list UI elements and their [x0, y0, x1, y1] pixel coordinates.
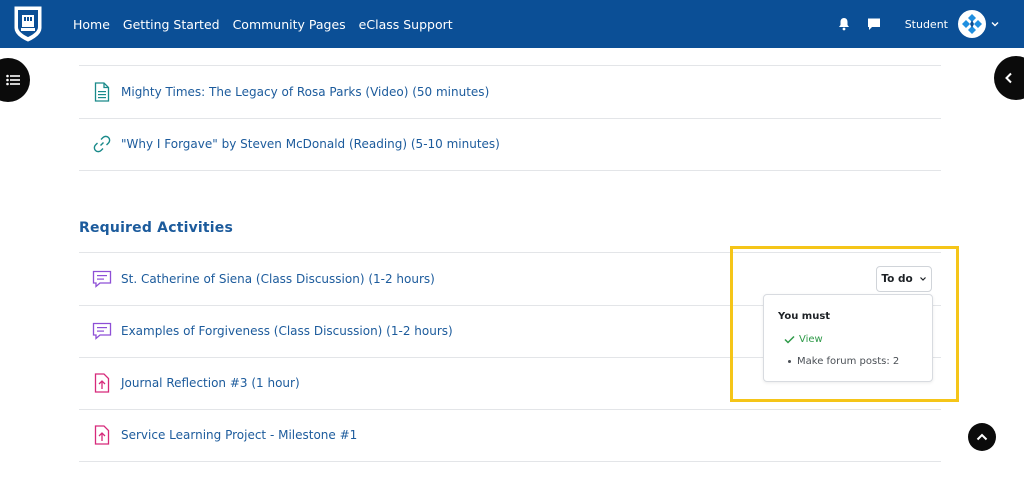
completion-requirements-popover: You must View Make forum posts: 2 [763, 294, 933, 382]
back-to-top-button[interactable] [968, 423, 996, 451]
user-nav: Student [837, 0, 1000, 48]
forum-icon [91, 320, 113, 342]
bullet [788, 360, 791, 363]
chevron-up-icon [976, 433, 988, 441]
activity-link[interactable]: Examples of Forgiveness (Class Discussio… [121, 324, 453, 338]
assignment-upload-icon [91, 424, 113, 446]
activity-link[interactable]: Mighty Times: The Legacy of Rosa Parks (… [121, 85, 489, 99]
bell-icon[interactable] [837, 17, 851, 31]
chat-icon[interactable] [867, 17, 881, 31]
check-icon [784, 335, 795, 344]
requirement-done: View [784, 334, 823, 345]
chevron-down-icon [919, 277, 926, 281]
activity-row: Mighty Times: The Legacy of Rosa Parks (… [79, 66, 941, 119]
nav-home[interactable]: Home [73, 17, 110, 32]
nav-eclass-support[interactable]: eClass Support [359, 17, 453, 32]
assignment-upload-icon [91, 372, 113, 394]
nav-community-pages[interactable]: Community Pages [233, 17, 346, 32]
activity-link[interactable]: "Why I Forgave" by Steven McDonald (Read… [121, 137, 500, 151]
requirements-heading: You must [778, 311, 831, 322]
link-icon [91, 133, 113, 155]
requirement-pending: Make forum posts: 2 [788, 356, 899, 367]
section-title: Required Activities [79, 220, 234, 236]
requirement-done-label: View [799, 334, 823, 345]
user-name[interactable]: Student [905, 18, 948, 31]
avatar[interactable] [958, 10, 986, 38]
activity-link[interactable]: Service Learning Project - Milestone #1 [121, 428, 357, 442]
requirement-pending-label: Make forum posts: 2 [797, 356, 900, 367]
activity-link[interactable]: St. Catherine of Siena (Class Discussion… [121, 272, 435, 286]
list-icon [6, 74, 20, 86]
completion-status-label: To do [881, 273, 913, 285]
block-drawer-toggle[interactable] [994, 56, 1024, 100]
nav-getting-started[interactable]: Getting Started [123, 17, 220, 32]
activity-row: Service Learning Project - Milestone #1 [79, 409, 941, 462]
activity-link[interactable]: Journal Reflection #3 (1 hour) [121, 376, 300, 390]
top-navbar: Home Getting Started Community Pages eCl… [0, 0, 1024, 48]
primary-nav: Home Getting Started Community Pages eCl… [73, 0, 466, 48]
chevron-left-icon [1005, 72, 1012, 84]
site-logo-icon[interactable] [14, 6, 42, 42]
avatar-pattern-icon [960, 12, 984, 36]
document-icon [91, 81, 113, 103]
activity-row: "Why I Forgave" by Steven McDonald (Read… [79, 118, 941, 171]
course-index-toggle[interactable] [0, 58, 30, 102]
chevron-down-icon[interactable] [990, 19, 1000, 29]
forum-icon [91, 268, 113, 290]
completion-dropdown-button[interactable]: To do [876, 266, 932, 292]
